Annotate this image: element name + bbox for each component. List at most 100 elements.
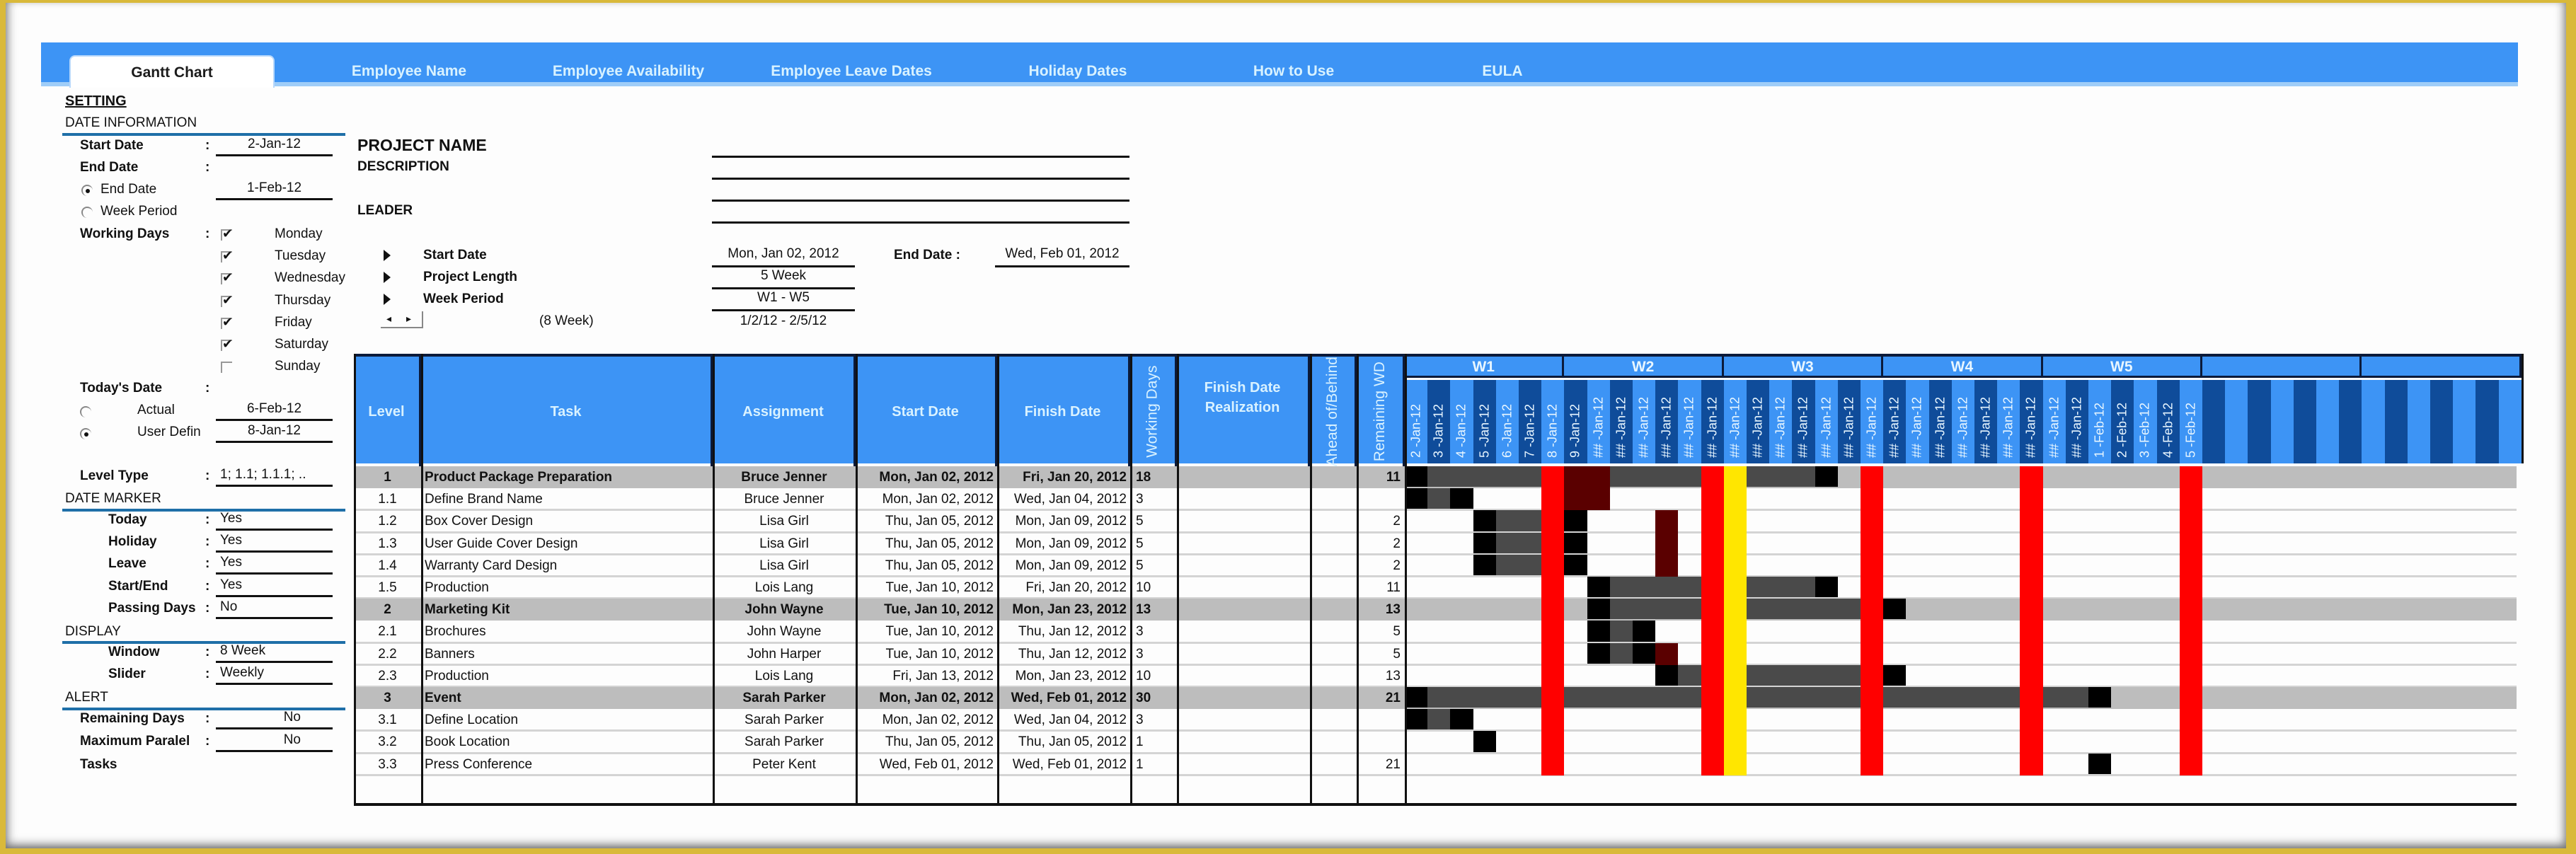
description-field-line2[interactable] [712, 200, 1129, 202]
checkbox-tuesday[interactable] [221, 248, 233, 263]
project-name-field[interactable] [712, 156, 1129, 158]
cell-finish-date: Wed, Feb 01, 2012 [1011, 691, 1127, 705]
level-type-field[interactable]: 1; 1.1; 1.1.1; .. [216, 467, 333, 487]
table-row[interactable]: 2.2 Banners John Harper Tue, Jan 10, 2012 Th… [354, 643, 1405, 665]
setting-value-field[interactable]: Weekly [216, 665, 333, 686]
table-row[interactable]: 1.1 Define Brand Name Bruce Jenner Mon, Jan… [354, 488, 1405, 510]
cell-assignment: Peter Kent [752, 756, 816, 772]
checkbox-monday[interactable] [221, 226, 233, 241]
tab-employee-availability[interactable]: Employee Availability [515, 57, 742, 86]
tab-gantt-chart[interactable]: Gantt Chart [69, 55, 275, 88]
cell-remaining-wd [1357, 709, 1401, 731]
setting-label: Maximum Paralel [80, 734, 190, 749]
cell-start-date: Thu, Jan 05, 2012 [885, 558, 994, 573]
cell-ahead-behind [1310, 621, 1357, 642]
week-period-radio[interactable] [81, 207, 93, 218]
holiday-marker [1723, 466, 1747, 775]
gantt-bar-endpoint [2088, 753, 2112, 774]
setting-value-field[interactable]: 8 Week [216, 643, 333, 663]
cell-remaining-wd: 2 [1393, 536, 1401, 551]
setting-label: Leave [108, 556, 146, 572]
today-actual-radio[interactable] [80, 406, 91, 417]
table-row[interactable]: 1.3 User Guide Cover Design Lisa Girl Thu, … [354, 533, 1405, 555]
window-note: (8 Week) [539, 313, 594, 328]
day-column-header: ## -Jan-12 [1769, 380, 1793, 463]
tab-holiday-dates[interactable]: Holiday Dates [982, 57, 1173, 86]
setting-value-field[interactable]: Yes [216, 555, 333, 575]
start-date-field[interactable]: 2-Jan-12 [216, 137, 333, 156]
table-row[interactable]: 1.2 Box Cover Design Lisa Girl Thu, Jan 05,… [354, 510, 1405, 532]
cell-working-days: 5 [1136, 558, 1144, 573]
table-row[interactable]: 1.5 Production Lois Lang Tue, Jan 10, 2012 F… [354, 577, 1405, 599]
day-date-label: 3 -Feb-12 [2137, 402, 2152, 458]
day-column-header [2248, 380, 2271, 463]
cell-ahead-behind [1310, 731, 1357, 753]
day-column-header: ## -Jan-12 [1747, 380, 1770, 463]
today-actual-field[interactable]: 6-Feb-12 [216, 401, 333, 421]
gantt-bar-endpoint [1883, 664, 1907, 686]
today-actual-label: Actual [137, 403, 175, 417]
setting-label: Holiday [108, 534, 157, 550]
setting-value-field[interactable]: No [216, 599, 333, 619]
cell-working-days: 18 [1136, 470, 1151, 485]
table-row[interactable]: 2.1 Brochures John Wayne Tue, Jan 10, 2012 T… [354, 621, 1405, 642]
gantt-bar-progress [1747, 664, 1861, 686]
gantt-table: Level Task Assignment Start Date Finish … [354, 354, 2524, 806]
cell-assignment: John Wayne [747, 624, 822, 640]
table-row[interactable]: 3.1 Define Location Sarah Parker Mon, Jan 0… [354, 709, 1405, 731]
table-row[interactable]: 3.3 Press Conference Peter Kent Wed, Feb 01… [354, 754, 1405, 775]
setting-value-field[interactable]: Yes [216, 577, 333, 597]
setting-value-field[interactable]: No [216, 710, 333, 729]
cell-level: 1 [384, 470, 391, 485]
day-date-label: 5 -Jan-12 [1477, 403, 1492, 458]
checkbox-thursday[interactable] [221, 293, 233, 308]
table-row[interactable]: 2.3 Production Lois Lang Fri, Jan 13, 2012 M… [354, 665, 1405, 687]
section-date-marker: DATE MARKER [65, 491, 161, 506]
day-date-label: ## -Jan-12 [1681, 396, 1696, 458]
checkbox-friday[interactable] [221, 315, 233, 330]
week-header [2362, 357, 2522, 378]
day-date-label: ## -Jan-12 [1864, 396, 1879, 458]
non-working-day-marker [1861, 466, 1884, 775]
cell-remaining-wd [1357, 488, 1401, 510]
end-date-field[interactable]: 1-Feb-12 [216, 180, 333, 200]
cell-finish-date: Thu, Jan 12, 2012 [1018, 646, 1127, 662]
column-divider [354, 354, 356, 806]
column-divider [1177, 354, 1179, 806]
cell-assignment: Sarah Parker [744, 712, 824, 728]
tab-employee-leave-dates[interactable]: Employee Leave Dates [735, 57, 968, 86]
non-working-day-marker [1541, 466, 1565, 775]
week-scroll-control[interactable]: ◂ ▸ [381, 311, 423, 328]
cell-finish-realization [1177, 599, 1310, 621]
tab-how-to-use[interactable]: How to Use [1202, 57, 1386, 86]
gantt-bar-endpoint [1450, 488, 1473, 509]
setting-value-field[interactable]: Yes [216, 533, 333, 553]
leader-field[interactable] [712, 221, 1129, 224]
tab-employee-name[interactable]: Employee Name [317, 57, 501, 86]
column-divider [1405, 354, 1407, 806]
scroll-left-arrow-icon[interactable]: ◂ [386, 313, 391, 325]
day-column-header [2384, 380, 2408, 463]
table-row[interactable]: 1.4 Warranty Card Design Lisa Girl Thu, Jan… [354, 555, 1405, 577]
cell-assignment: Lisa Girl [759, 558, 809, 573]
checkbox-sunday[interactable] [221, 362, 232, 374]
end-date-radio[interactable] [81, 185, 93, 196]
table-row[interactable]: 3.2 Book Location Sarah Parker Thu, Jan 05,… [354, 731, 1405, 753]
day-date-label: 8 -Jan-12 [1545, 403, 1560, 458]
checkbox-saturday[interactable] [221, 337, 233, 352]
day-date-label: ## -Jan-12 [1636, 396, 1651, 458]
description-field[interactable] [712, 178, 1129, 180]
cell-finish-date: Mon, Jan 09, 2012 [1015, 558, 1127, 573]
week-header: W2 [1564, 357, 1724, 378]
tab-eula[interactable]: EULA [1421, 57, 1584, 86]
gantt-bar-progress [1427, 488, 1451, 509]
today-user-defined-radio[interactable] [80, 428, 91, 439]
setting-value-field[interactable]: Yes [216, 511, 333, 531]
setting-value-field[interactable]: No [216, 732, 333, 752]
scroll-right-arrow-icon[interactable]: ▸ [406, 313, 411, 325]
today-user-defined-label: User Defin [137, 425, 201, 439]
checkbox-wednesday[interactable] [221, 270, 233, 285]
today-user-defined-field[interactable]: 8-Jan-12 [216, 423, 333, 443]
colon: : [205, 645, 210, 659]
cell-finish-date: Thu, Jan 12, 2012 [1018, 624, 1127, 640]
